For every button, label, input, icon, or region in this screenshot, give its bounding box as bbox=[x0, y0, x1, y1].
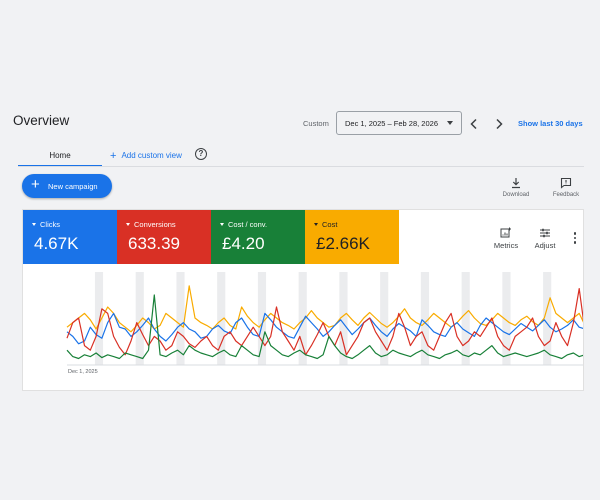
weekend-band bbox=[420, 272, 430, 365]
feedback-icon bbox=[546, 177, 586, 189]
feedback-label: Feedback bbox=[552, 192, 580, 198]
dropdown-icon bbox=[220, 223, 224, 226]
metric-name-text: Conversions bbox=[134, 220, 176, 229]
metric-cost[interactable]: Cost £2.66K bbox=[305, 210, 399, 264]
weekend-band bbox=[257, 272, 267, 365]
metric-clicks[interactable]: Clicks 4.67K bbox=[23, 210, 117, 264]
adjust-button[interactable]: Adjust bbox=[528, 227, 562, 250]
metrics-button[interactable]: Metrics bbox=[489, 227, 523, 250]
weekend-band bbox=[176, 272, 185, 365]
dropdown-icon bbox=[32, 223, 36, 226]
tune-icon bbox=[528, 227, 562, 239]
tab-home-label: Home bbox=[49, 151, 71, 160]
feedback-button[interactable]: Feedback bbox=[546, 177, 586, 198]
metric-cost-per-conv[interactable]: Cost / conv. £4.20 bbox=[211, 210, 305, 264]
weekend-band bbox=[380, 272, 389, 365]
metric-name: Cost / conv. bbox=[220, 220, 267, 229]
date-range-label: Custom bbox=[303, 119, 329, 128]
tabs-divider bbox=[18, 166, 584, 167]
new-campaign-button[interactable]: + New campaign bbox=[22, 174, 112, 198]
performance-chart bbox=[66, 272, 583, 366]
show-last-30-days-link[interactable]: Show last 30 days bbox=[518, 119, 583, 128]
date-range-picker[interactable]: Dec 1, 2025 – Feb 28, 2026 bbox=[336, 111, 462, 135]
performance-card: Clicks 4.67K Conversions 633.39 Cost / c… bbox=[22, 209, 584, 391]
metric-name: Clicks bbox=[32, 220, 60, 229]
add-custom-view-link[interactable]: + Add custom view bbox=[110, 149, 182, 162]
chevron-left-icon[interactable] bbox=[467, 118, 481, 130]
adjust-label: Adjust bbox=[534, 241, 556, 250]
download-button[interactable]: Download bbox=[496, 177, 536, 198]
metrics-icon bbox=[489, 227, 523, 239]
dropdown-icon bbox=[314, 223, 318, 226]
metric-name: Conversions bbox=[126, 220, 176, 229]
add-custom-view-label: Add custom view bbox=[121, 151, 182, 160]
metric-conversions[interactable]: Conversions 633.39 bbox=[117, 210, 211, 264]
page-title: Overview bbox=[13, 113, 70, 128]
metrics-label: Metrics bbox=[493, 241, 519, 250]
chevron-right-icon[interactable] bbox=[492, 118, 506, 130]
weekend-band bbox=[461, 272, 470, 365]
download-label: Download bbox=[502, 192, 530, 198]
plus-icon: + bbox=[31, 176, 40, 193]
help-icon[interactable]: ? bbox=[195, 148, 207, 160]
metric-value: £4.20 bbox=[222, 234, 265, 253]
metric-name-text: Cost / conv. bbox=[228, 220, 268, 229]
dropdown-icon bbox=[126, 223, 130, 226]
tab-home[interactable]: Home bbox=[18, 147, 102, 167]
metric-value: 633.39 bbox=[128, 234, 180, 253]
metric-name-text: Clicks bbox=[40, 220, 60, 229]
download-icon bbox=[496, 177, 536, 189]
caret-down-icon bbox=[447, 121, 453, 125]
plus-icon: + bbox=[110, 150, 117, 162]
date-range-value: Dec 1, 2025 – Feb 28, 2026 bbox=[345, 119, 438, 128]
metric-name-text: Cost bbox=[322, 220, 338, 229]
more-options-icon[interactable] bbox=[572, 232, 578, 246]
metric-value: £2.66K bbox=[316, 234, 370, 253]
x-axis-start-label: Dec 1, 2025 bbox=[68, 369, 98, 375]
metric-value: 4.67K bbox=[34, 234, 79, 253]
new-campaign-label: New campaign bbox=[48, 182, 98, 191]
metric-name: Cost bbox=[314, 220, 337, 229]
